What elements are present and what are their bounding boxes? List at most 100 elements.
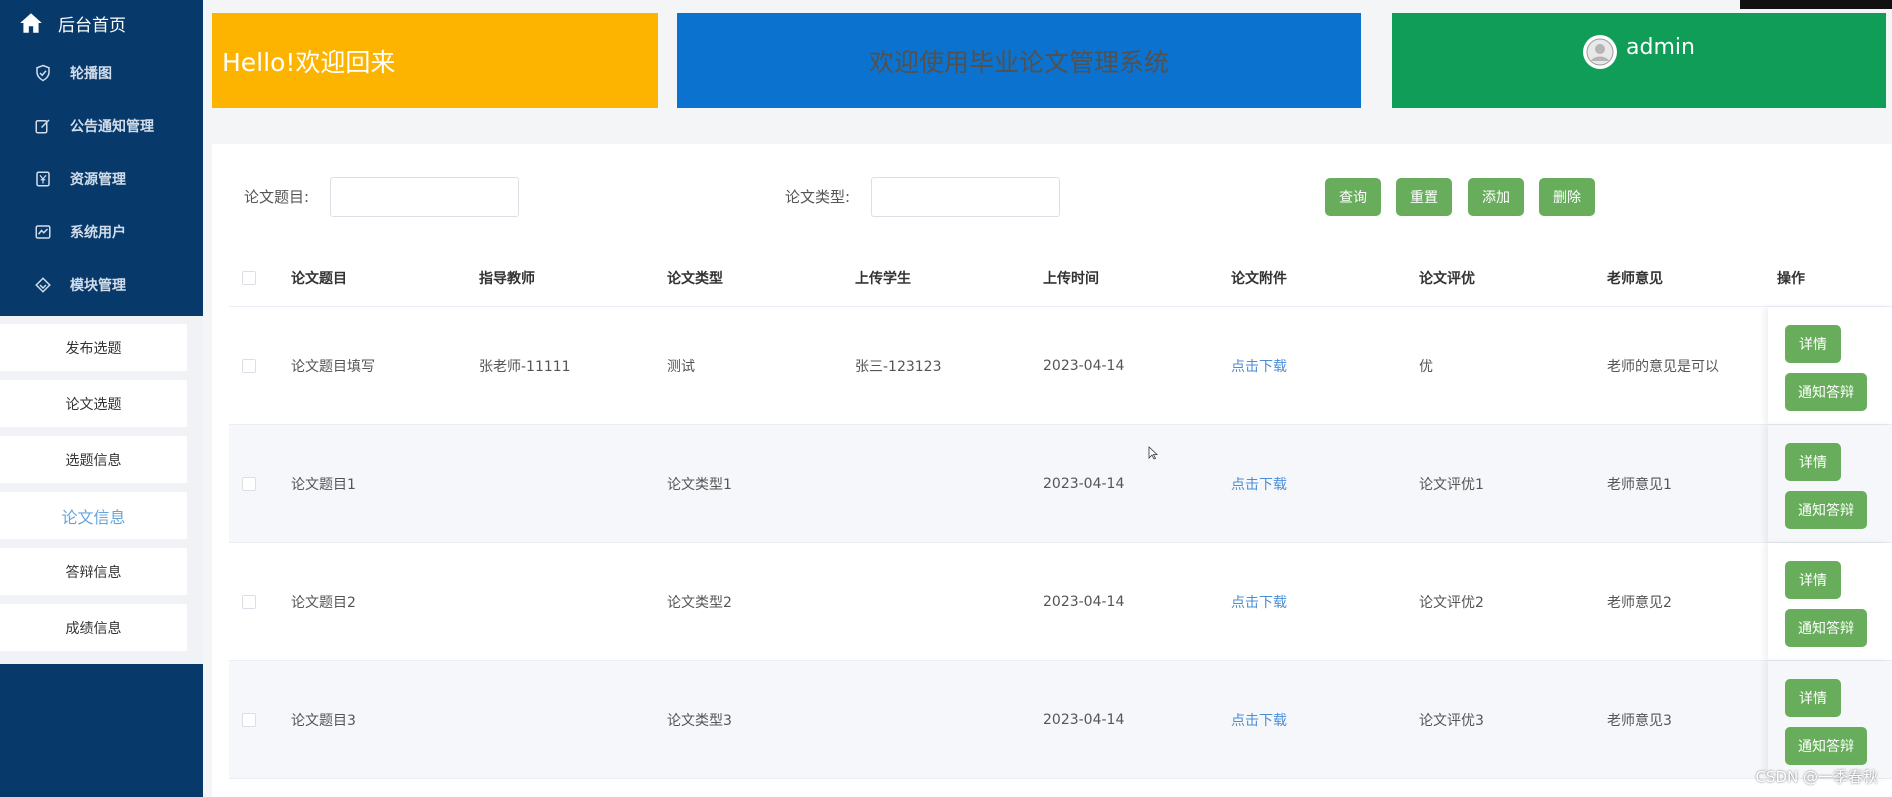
cell-teacher: 张老师-11111 [479, 358, 571, 375]
submenu-item-publish-topic[interactable]: 发布选题 [0, 324, 187, 371]
sidebar-home[interactable]: 后台首页 [0, 0, 203, 46]
submenu-item-topic-info[interactable]: 选题信息 [0, 436, 187, 483]
sidebar-item-resource[interactable]: 资源管理 [0, 152, 203, 205]
sidebar-item-label: 公告通知管理 [70, 118, 154, 135]
title-search-input[interactable] [330, 177, 519, 217]
user-avatar-icon [1586, 38, 1614, 66]
notify-defense-button[interactable]: 通知答辩 [1785, 609, 1867, 647]
submenu-item-thesis-topic[interactable]: 论文选题 [0, 380, 187, 427]
table-row: 论文题目填写 张老师-11111 测试 张三-123123 2023-04-14… [229, 307, 1892, 425]
download-link[interactable]: 点击下载 [1231, 474, 1287, 494]
cell-upload-time: 2023-04-14 [1043, 357, 1125, 374]
chart-icon [35, 224, 51, 239]
cell-comment: 老师意见2 [1607, 594, 1672, 611]
add-button[interactable]: 添加 [1468, 178, 1524, 216]
cell-upload-time: 2023-04-14 [1043, 711, 1125, 728]
column-header: 论文题目 [291, 270, 347, 287]
sidebar: 后台首页 轮播图 公告通知管理 资源管理 系统用户 模块管理 发布选题 论文选题… [0, 0, 203, 797]
column-header: 论文评优 [1419, 270, 1475, 287]
table-row: 论文题目3 论文类型3 2023-04-14 点击下载 论文评优3 老师意见3 … [229, 661, 1892, 779]
row-actions: 详情 通知答辩 [1768, 661, 1892, 778]
cell-comment: 老师意见3 [1607, 712, 1672, 729]
sidebar-item-carousel[interactable]: 轮播图 [0, 46, 203, 99]
cell-upload-time: 2023-04-14 [1043, 475, 1125, 492]
notify-defense-button[interactable]: 通知答辩 [1785, 491, 1867, 529]
watermark: CSDN @一季春秋 [1755, 768, 1878, 786]
sidebar-item-label: 模块管理 [70, 277, 126, 294]
type-search-input[interactable] [871, 177, 1060, 217]
cell-comment: 老师意见1 [1607, 476, 1672, 493]
row-checkbox[interactable] [242, 712, 256, 727]
select-all-checkbox[interactable] [242, 270, 256, 285]
user-card: admin [1392, 13, 1886, 108]
download-link[interactable]: 点击下载 [1231, 356, 1287, 376]
detail-button[interactable]: 详情 [1785, 679, 1841, 717]
submenu-item-defense-info[interactable]: 答辩信息 [0, 548, 187, 595]
sidebar-item-users[interactable]: 系统用户 [0, 205, 203, 258]
avatar[interactable] [1583, 35, 1618, 69]
cell-type: 论文类型1 [667, 476, 732, 493]
thesis-table: 论文题目 指导教师 论文类型 上传学生 上传时间 论文附件 论文评优 老师意见 … [229, 249, 1892, 779]
download-link[interactable]: 点击下载 [1231, 592, 1287, 612]
hello-text: Hello!欢迎回来 [222, 47, 396, 77]
notify-defense-button[interactable]: 通知答辩 [1785, 373, 1867, 411]
detail-button[interactable]: 详情 [1785, 561, 1841, 599]
query-button[interactable]: 查询 [1325, 178, 1381, 216]
cell-upload-time: 2023-04-14 [1043, 593, 1125, 610]
column-header: 上传学生 [855, 270, 911, 287]
welcome-card: 欢迎使用毕业论文管理系统 [677, 13, 1361, 108]
table-header: 论文题目 指导教师 论文类型 上传学生 上传时间 论文附件 论文评优 老师意见 … [229, 249, 1892, 307]
row-actions: 详情 通知答辩 [1768, 307, 1892, 424]
row-checkbox[interactable] [242, 358, 256, 373]
edit-icon [35, 118, 50, 133]
row-actions: 详情 通知答辩 [1768, 425, 1892, 542]
row-checkbox[interactable] [242, 476, 256, 491]
table-row: 论文题目2 论文类型2 2023-04-14 点击下载 论文评优2 老师意见2 … [229, 543, 1892, 661]
title-search-label: 论文题目: [244, 188, 310, 206]
column-header: 操作 [1777, 270, 1805, 287]
column-header: 老师意见 [1607, 270, 1663, 287]
table-row: 论文题目1 论文类型1 2023-04-14 点击下载 论文评优1 老师意见1 … [229, 425, 1892, 543]
welcome-text: 欢迎使用毕业论文管理系统 [868, 47, 1169, 77]
cell-type: 论文类型3 [667, 712, 732, 729]
cell-type: 论文类型2 [667, 594, 732, 611]
delete-button[interactable]: 删除 [1539, 178, 1595, 216]
main-panel: 论文题目: 论文类型: 查询 重置 添加 删除 论文题目 指导教师 论文类型 上… [212, 144, 1892, 797]
sidebar-item-modules[interactable]: 模块管理 [0, 258, 203, 311]
row-actions: 详情 通知答辩 [1768, 543, 1892, 660]
column-header: 论文类型 [667, 270, 723, 287]
submenu-item-thesis-info[interactable]: 论文信息 [0, 492, 187, 539]
cell-comment: 老师的意见是可以 [1607, 358, 1719, 375]
row-checkbox[interactable] [242, 594, 256, 609]
reset-button[interactable]: 重置 [1396, 178, 1452, 216]
home-icon [20, 13, 42, 33]
sidebar-submenu: 发布选题 论文选题 选题信息 论文信息 答辩信息 成绩信息 [0, 316, 203, 664]
top-edge-bar [1740, 0, 1892, 9]
column-header: 论文附件 [1231, 270, 1287, 287]
sidebar-item-label: 资源管理 [70, 171, 126, 188]
cell-rating: 论文评优3 [1419, 712, 1484, 729]
cell-rating: 论文评优2 [1419, 594, 1484, 611]
sidebar-item-label: 系统用户 [70, 224, 126, 241]
sidebar-item-label: 轮播图 [70, 65, 112, 82]
notify-defense-button[interactable]: 通知答辩 [1785, 727, 1867, 765]
yen-icon [36, 171, 50, 186]
column-header: 指导教师 [479, 270, 535, 287]
username[interactable]: admin [1626, 35, 1695, 60]
column-header: 上传时间 [1043, 270, 1099, 287]
sidebar-item-notice[interactable]: 公告通知管理 [0, 99, 203, 152]
download-link[interactable]: 点击下载 [1231, 710, 1287, 730]
cell-title: 论文题目填写 [291, 358, 375, 375]
shield-icon [36, 64, 50, 81]
cell-rating: 论文评优1 [1419, 476, 1484, 493]
detail-button[interactable]: 详情 [1785, 325, 1841, 363]
cell-title: 论文题目2 [291, 594, 356, 611]
submenu-item-grade-info[interactable]: 成绩信息 [0, 604, 187, 651]
diamond-icon [35, 276, 51, 293]
cell-type: 测试 [667, 358, 695, 375]
mouse-cursor-icon [1148, 446, 1158, 460]
detail-button[interactable]: 详情 [1785, 443, 1841, 481]
cell-title: 论文题目1 [291, 476, 356, 493]
hello-card: Hello!欢迎回来 [212, 13, 658, 108]
sidebar-home-label: 后台首页 [58, 15, 126, 36]
